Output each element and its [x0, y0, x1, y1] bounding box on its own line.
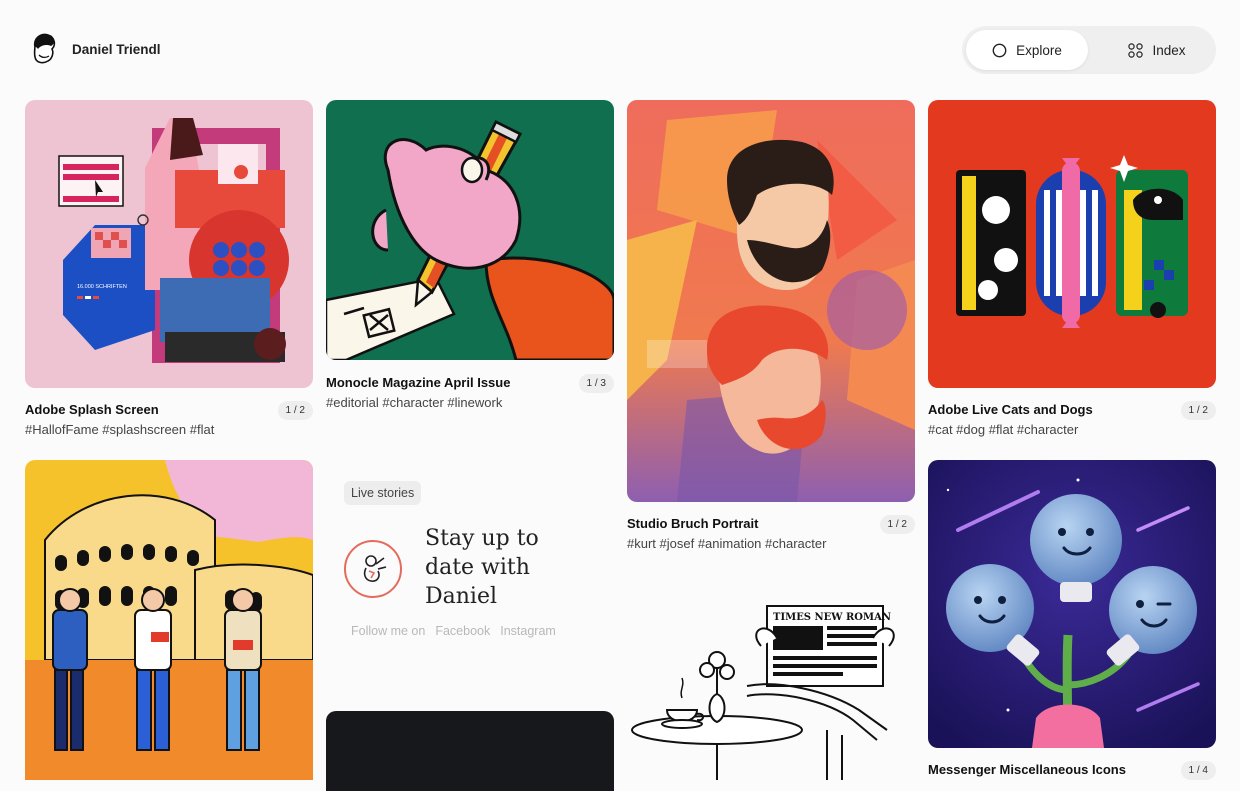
card-image[interactable]: TIMES NEW ROMAN [627, 590, 915, 780]
card-image[interactable] [326, 711, 614, 791]
header: Daniel Triendl Explore Index [0, 0, 1240, 96]
card-title[interactable]: Studio Bruch Portrait [627, 516, 758, 531]
card-image[interactable] [627, 100, 915, 502]
live-stories: Live stories Stay up to date with Daniel… [326, 460, 614, 700]
card-tags[interactable]: #kurt #josef #animation #character [627, 536, 826, 551]
card-cats-dogs: Adobe Live Cats and Dogs #cat #dog #flat… [928, 100, 1216, 440]
circle-icon [992, 43, 1007, 57]
card-adobe-splash: 16.000 SCHRIFTEN Adobe Splash Screen #Ha… [25, 100, 313, 440]
card-counter: 1 / 2 [879, 515, 915, 534]
index-label: Index [1152, 42, 1186, 58]
card-studio-bruch: Studio Bruch Portrait #kurt #josef #anim… [627, 100, 915, 554]
card-title[interactable]: Adobe Live Cats and Dogs [928, 402, 1093, 417]
live-stories-badge: Live stories [344, 481, 422, 505]
card-rome [25, 460, 313, 780]
card-counter: 1 / 2 [277, 401, 313, 420]
card-image[interactable] [25, 460, 313, 780]
card-counter: 1 / 2 [1180, 401, 1216, 420]
follow-label: Follow me on [351, 624, 426, 638]
card-image[interactable]: 16.000 SCHRIFTEN [25, 100, 313, 388]
card-title[interactable]: Monocle Magazine April Issue [326, 375, 510, 390]
card-dark [326, 711, 614, 791]
brand-name: Daniel Triendl [72, 41, 161, 57]
explore-label: Explore [1016, 42, 1062, 58]
card-tags[interactable]: #HallofFame #splashscreen #flat [25, 422, 214, 437]
live-avatar[interactable] [344, 540, 402, 598]
grid-icon [1128, 42, 1144, 58]
card-messenger-icons: Messenger Miscellaneous Icons 1 / 4 [928, 460, 1216, 780]
live-headline: Stay up to date with Daniel [425, 526, 539, 609]
card-image[interactable] [928, 100, 1216, 388]
facebook-link[interactable]: Facebook [435, 624, 490, 638]
doodle-icon [363, 555, 387, 582]
artwork-text-schriften: 16.000 SCHRIFTEN [77, 284, 127, 290]
card-image[interactable] [326, 100, 614, 360]
card-title[interactable]: Adobe Splash Screen [25, 402, 159, 417]
card-monocle: Monocle Magazine April Issue #editorial … [326, 100, 614, 412]
explore-tab[interactable]: Explore [966, 30, 1088, 70]
index-tab[interactable]: Index [1102, 30, 1212, 70]
brand[interactable]: Daniel Triendl [30, 33, 161, 65]
card-title[interactable]: Messenger Miscellaneous Icons [928, 762, 1126, 777]
artwork-text-newspaper: TIMES NEW ROMAN [773, 612, 891, 623]
card-newspaper: TIMES NEW ROMAN [627, 590, 915, 780]
card-image[interactable] [928, 460, 1216, 748]
card-tags[interactable]: #editorial #character #linework [326, 395, 502, 410]
view-toggle: Explore Index [962, 26, 1216, 74]
avatar [33, 33, 56, 64]
follow-links: Follow me on Facebook Instagram [351, 624, 556, 638]
instagram-link[interactable]: Instagram [500, 624, 556, 638]
card-tags[interactable]: #cat #dog #flat #character [928, 422, 1078, 437]
card-counter: 1 / 4 [1180, 761, 1216, 780]
card-counter: 1 / 3 [578, 374, 614, 393]
